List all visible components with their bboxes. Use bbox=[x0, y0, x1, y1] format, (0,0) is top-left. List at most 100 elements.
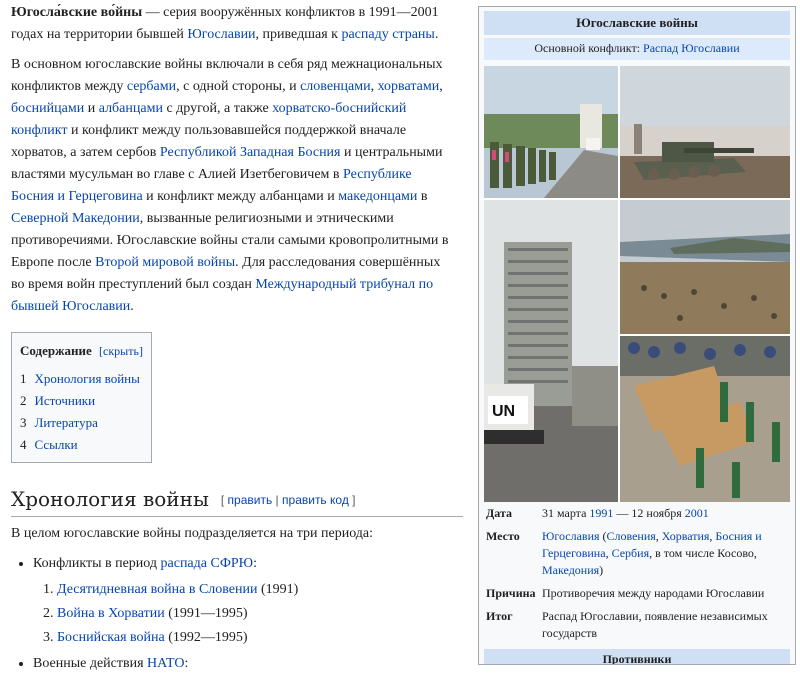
text: (1991—1995) bbox=[164, 606, 248, 621]
link-1991[interactable]: 1991 bbox=[589, 506, 613, 520]
toc-item[interactable]: 2 Источники bbox=[20, 390, 143, 412]
link-breakup-of-yugoslavia[interactable]: Распад Югославии bbox=[643, 41, 740, 55]
table-of-contents: Содержание [скрыть] 1 Хронология войны 2И… bbox=[11, 332, 152, 463]
photo-collage[interactable]: UN bbox=[484, 66, 790, 502]
toc-item[interactable]: 3 Литература bbox=[20, 412, 143, 434]
section-intro: В целом югославские войны подразделяется… bbox=[11, 526, 374, 541]
toc-link[interactable]: Хронология войны bbox=[35, 371, 140, 386]
toc-number: 4 bbox=[20, 437, 27, 452]
edit-section-links: [ править | править код ] bbox=[221, 493, 356, 507]
list-item: Боснийская война (1992—1995) bbox=[57, 627, 451, 649]
toc-number: 2 bbox=[20, 393, 27, 408]
edit-link[interactable]: править bbox=[228, 493, 273, 507]
infobox-row-place: Место Югославия (Словения, Хорватия, Бос… bbox=[484, 525, 790, 582]
row-value: 31 марта 1991 — 12 ноября 2001 bbox=[542, 505, 790, 522]
text: в bbox=[417, 189, 428, 204]
text: ( bbox=[599, 529, 607, 543]
text: . bbox=[434, 27, 439, 42]
infobox-title: Югославские войны bbox=[484, 11, 790, 35]
infobox: Югославские войны Основной конфликт: Рас… bbox=[478, 6, 796, 665]
link-sfry-breakup[interactable]: распада СФРЮ bbox=[161, 556, 254, 571]
text: , с одной стороны, и bbox=[176, 79, 301, 94]
text: , в том числе Косово, bbox=[649, 546, 757, 560]
lead-paragraph: Югосла́вские во́йны — серия вооружённых … bbox=[11, 2, 451, 46]
text: , приведшая к bbox=[255, 27, 342, 42]
link-north-macedonia[interactable]: Северной Македонии bbox=[11, 211, 140, 226]
link-slovenes[interactable]: словенцами bbox=[300, 79, 371, 94]
link-ten-day-war[interactable]: Десятидневная война в Словении bbox=[57, 582, 258, 597]
text: [ bbox=[220, 493, 228, 507]
link-croatian-war[interactable]: Война в Хорватии bbox=[57, 606, 165, 621]
row-value: Югославия (Словения, Хорватия, Босния и … bbox=[542, 528, 790, 579]
list-item: Война в Хорватии (1991—1995) bbox=[57, 603, 451, 625]
row-value: Противоречия между народами Югославии bbox=[542, 586, 765, 600]
infobox-row-date: Дата 31 марта 1991 — 12 ноября 2001 bbox=[484, 502, 790, 525]
toc-number: 3 bbox=[20, 415, 27, 430]
text: Конфликты в период bbox=[33, 556, 161, 571]
text: с другой, а также bbox=[162, 101, 273, 116]
link-serbia[interactable]: Сербия bbox=[612, 546, 650, 560]
text: и bbox=[84, 101, 99, 116]
link-western-bosnia[interactable]: Республикой Западная Босния bbox=[160, 145, 341, 160]
photo-tank bbox=[620, 66, 790, 198]
toc-link[interactable]: Источники bbox=[35, 393, 96, 408]
row-label: Дата bbox=[486, 506, 512, 520]
link-croatia[interactable]: Хорватия bbox=[662, 529, 710, 543]
text: Основной конфликт: bbox=[534, 41, 644, 55]
text: 31 марта bbox=[542, 506, 590, 520]
text: : bbox=[253, 556, 257, 571]
toc-title: Содержание bbox=[20, 343, 92, 358]
un-sign-text: UN bbox=[492, 403, 515, 420]
infobox-subtitle: Основной конфликт: Распад Югославии bbox=[484, 38, 790, 60]
text: и конфликт между албанцами и bbox=[142, 189, 339, 204]
link-croats[interactable]: хорватами bbox=[378, 79, 440, 94]
text: (1992—1995) bbox=[164, 630, 248, 645]
text: Военные действия bbox=[33, 656, 148, 671]
link-nato[interactable]: НАТО bbox=[147, 656, 184, 671]
link-macedonians[interactable]: македонцами bbox=[338, 189, 417, 204]
photo-highrise-un: UN bbox=[484, 200, 618, 502]
toc-list: 1 Хронология войны 2 Источники 3 Литература… bbox=[20, 368, 143, 456]
photo-landscape bbox=[620, 200, 790, 334]
article-body: Югосла́вские во́йны — серия вооружённых … bbox=[11, 2, 463, 679]
link-yugoslavia[interactable]: Югославии bbox=[187, 27, 255, 42]
link-slovenia[interactable]: Словения bbox=[607, 529, 656, 543]
link-2001[interactable]: 2001 bbox=[685, 506, 709, 520]
text: | bbox=[272, 493, 283, 507]
toc-link[interactable]: Литература bbox=[35, 415, 98, 430]
link-ww2[interactable]: Второй мировой войны bbox=[95, 255, 235, 270]
toc-item[interactable]: 1 Хронология войны bbox=[20, 368, 143, 390]
link-serbs[interactable]: сербами bbox=[127, 79, 176, 94]
link-bosnian-war[interactable]: Боснийская война bbox=[57, 630, 165, 645]
conflicts-list: Десятидневная война в Словении (1991) Во… bbox=[33, 579, 451, 649]
text: . bbox=[130, 299, 134, 314]
section-heading: Хронология войны [ править | править код … bbox=[11, 485, 463, 517]
link-yugoslavia-ib[interactable]: Югославия bbox=[542, 529, 600, 543]
text: : bbox=[184, 656, 189, 671]
toc-number: 1 bbox=[20, 371, 27, 386]
row-value: Распад Югославии, появление независимых … bbox=[542, 609, 768, 640]
text: ) bbox=[599, 563, 604, 577]
link-bosniaks[interactable]: боснийцами bbox=[11, 101, 84, 116]
toc-item[interactable]: 4 Ссылки bbox=[20, 434, 143, 456]
list-item: Военные действия НАТО: bbox=[33, 653, 451, 675]
toc-toggle-link[interactable]: [скрыть] bbox=[99, 344, 143, 358]
periods-list: Конфликты в период распада СФРЮ: Десятид… bbox=[11, 553, 451, 675]
list-item: Десятидневная война в Словении (1991) bbox=[57, 579, 451, 601]
text: , bbox=[370, 79, 378, 94]
text: , bbox=[439, 79, 443, 94]
edit-code-link[interactable]: править код bbox=[282, 493, 349, 507]
row-label: Итог bbox=[486, 609, 513, 623]
article-title-bold: Югосла́вские во́йны bbox=[11, 5, 143, 20]
toc-header: Содержание [скрыть] bbox=[20, 340, 143, 362]
toc-link[interactable]: Ссылки bbox=[35, 437, 78, 452]
link-macedonia[interactable]: Македония bbox=[542, 563, 599, 577]
link-breakup[interactable]: распаду страны bbox=[341, 27, 434, 42]
infobox-row-cause: Причина Противоречия между народами Югос… bbox=[484, 582, 790, 605]
collage-svg: UN bbox=[484, 66, 790, 502]
text: ] bbox=[348, 493, 356, 507]
text: — 12 ноября bbox=[613, 506, 685, 520]
list-item: Конфликты в период распада СФРЮ: Десятид… bbox=[33, 553, 451, 649]
row-label: Место bbox=[486, 529, 520, 543]
link-albanians[interactable]: албанцами bbox=[99, 101, 163, 116]
